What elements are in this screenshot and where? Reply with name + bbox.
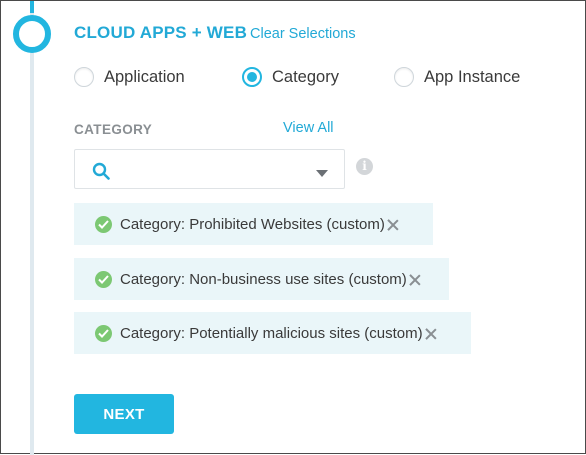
- close-icon[interactable]: [424, 327, 438, 341]
- radio-button-unchecked[interactable]: [74, 67, 94, 87]
- radio-label-app-instance: App Instance: [424, 67, 521, 86]
- radio-app-instance[interactable]: App Instance: [394, 64, 520, 90]
- next-button[interactable]: NEXT: [74, 394, 174, 434]
- check-circle-icon: [95, 270, 112, 288]
- clear-selections-link[interactable]: Clear Selections: [250, 26, 356, 42]
- radio-button-checked[interactable]: [242, 67, 262, 87]
- wizard-panel: CLOUD APPS + WEB Clear Selections Applic…: [0, 0, 586, 455]
- radio-label-application: Application: [104, 67, 185, 86]
- selected-category-chip: Category: Non-business use sites (custom…: [74, 258, 449, 300]
- chevron-down-icon[interactable]: [316, 170, 328, 177]
- chip-label: Category: Non-business use sites (custom…: [120, 270, 407, 288]
- close-icon[interactable]: [408, 273, 422, 287]
- radio-button-unchecked[interactable]: [394, 67, 414, 87]
- info-icon[interactable]: i: [356, 158, 373, 175]
- selected-category-chip: Category: Prohibited Websites (custom): [74, 203, 433, 245]
- radio-category[interactable]: Category: [242, 64, 339, 90]
- close-icon[interactable]: [386, 218, 400, 232]
- radio-label-category: Category: [272, 67, 339, 86]
- stepper-line: [30, 1, 34, 455]
- search-icon: [92, 162, 110, 180]
- selected-category-chip: Category: Potentially malicious sites (c…: [74, 312, 471, 354]
- step-indicator: [13, 15, 51, 53]
- radio-application[interactable]: Application: [74, 64, 185, 90]
- chip-label: Category: Potentially malicious sites (c…: [120, 324, 423, 342]
- category-search-input[interactable]: [119, 158, 299, 182]
- category-search-select[interactable]: [74, 149, 345, 189]
- check-circle-icon: [95, 324, 112, 342]
- selection-type-radio-group: Application Category App Instance: [74, 64, 554, 90]
- view-all-link[interactable]: View All: [283, 120, 334, 136]
- section-title: CLOUD APPS + WEB: [74, 23, 248, 42]
- check-circle-icon: [95, 215, 112, 233]
- chip-label: Category: Prohibited Websites (custom): [120, 215, 385, 233]
- category-field-label: CATEGORY: [74, 122, 153, 137]
- stepper-line-active: [30, 1, 34, 13]
